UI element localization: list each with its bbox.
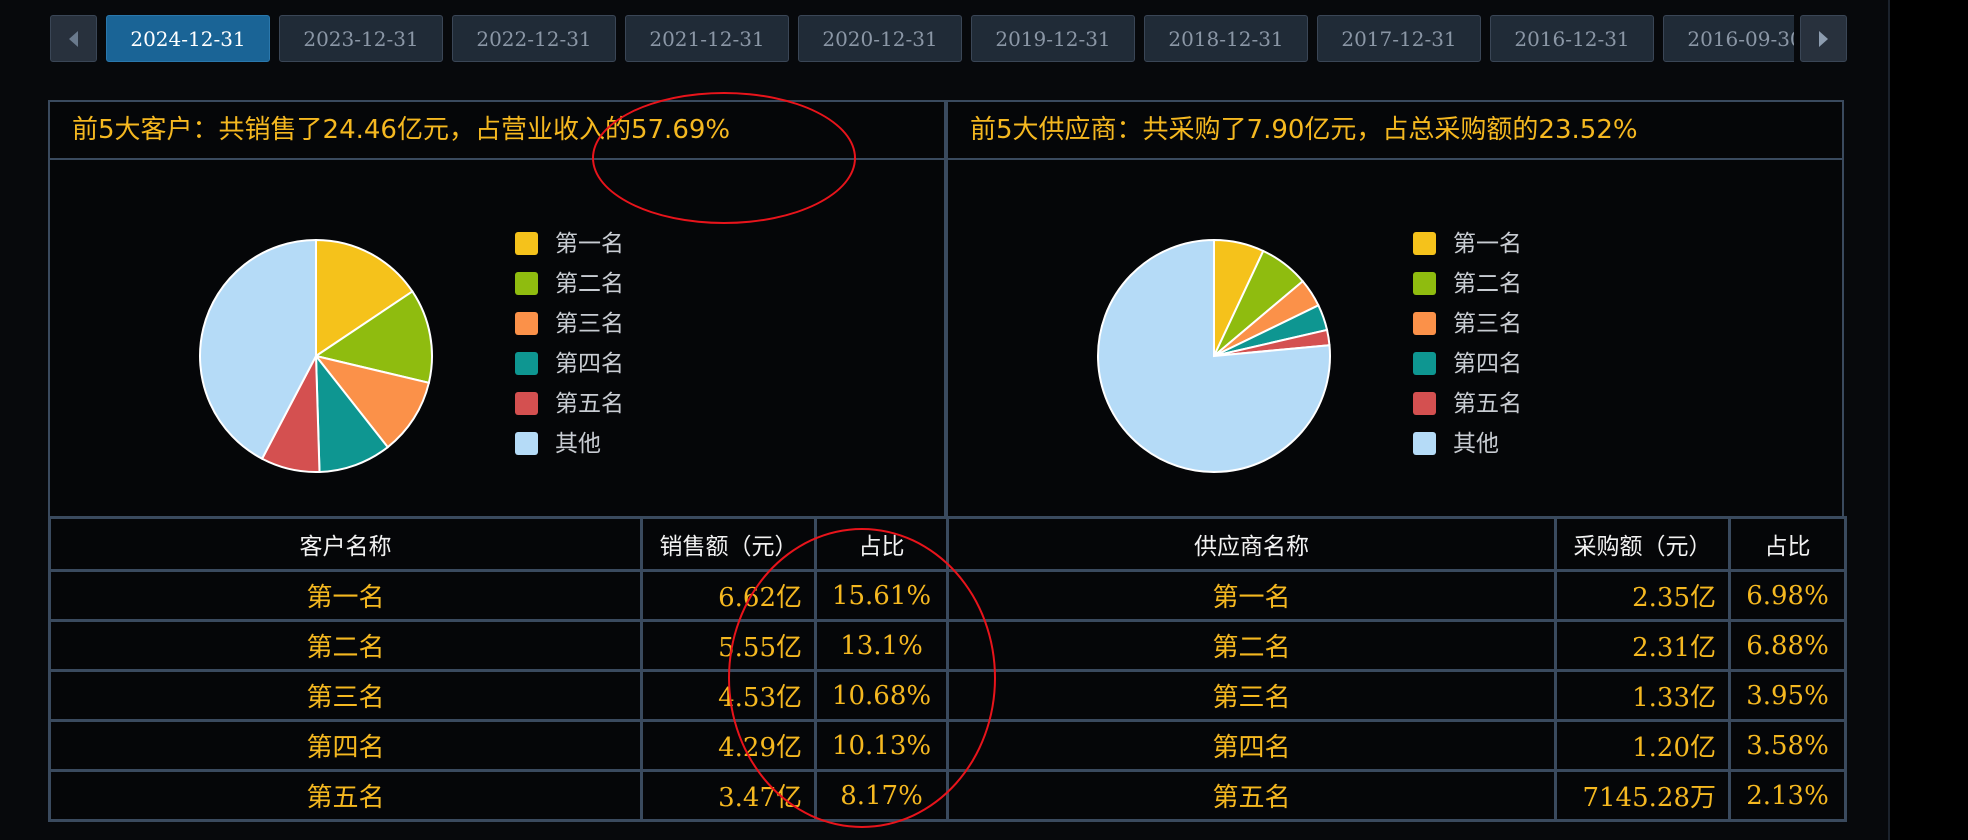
share-cell: 2.13% [1728, 769, 1847, 822]
legend-swatch [1413, 312, 1436, 335]
share-cell: 6.88% [1728, 619, 1847, 672]
legend-swatch [1413, 272, 1436, 295]
customer-name-cell: 第三名 [48, 669, 643, 722]
legend-label: 第一名 [1453, 231, 1522, 257]
legend-label: 第四名 [555, 351, 624, 377]
legend-item[interactable]: 第一名 [1413, 224, 1522, 264]
legend-item[interactable]: 第一名 [515, 224, 624, 264]
legend-label: 第四名 [1453, 351, 1522, 377]
legend-swatch [515, 272, 538, 295]
legend-item[interactable]: 其他 [515, 424, 624, 464]
share-cell: 3.58% [1728, 719, 1847, 772]
legend-swatch [515, 352, 538, 375]
legend-item[interactable]: 第三名 [515, 304, 624, 344]
tab-period[interactable]: 2020-12-31 [798, 15, 962, 62]
column-header-customer-name: 客户名称 [48, 516, 643, 572]
customer-name-cell: 第五名 [48, 769, 643, 822]
top-suppliers-pie-chart [1097, 238, 1331, 473]
column-header-purchase-amount: 采购额（元） [1554, 516, 1731, 572]
top-suppliers-table: 供应商名称 采购额（元） 占比 第一名 2.35亿 6.98% 第二名 2.31… [946, 516, 1847, 822]
tab-period[interactable]: 2024-12-31 [106, 15, 270, 62]
legend-label: 第五名 [555, 391, 624, 417]
legend-swatch [1413, 352, 1436, 375]
tab-period[interactable]: 2021-12-31 [625, 15, 789, 62]
tab-period[interactable]: 2019-12-31 [971, 15, 1135, 62]
chevron-left-icon [69, 30, 78, 47]
legend-swatch [515, 432, 538, 455]
dashboard-frame: 2024-12-31 2023-12-31 2022-12-31 2021-12-31… [0, 0, 1890, 840]
legend-label: 第二名 [555, 271, 624, 297]
legend-label: 其他 [555, 431, 601, 457]
purchase-amount-cell: 2.35亿 [1554, 569, 1731, 622]
supplier-name-cell: 第四名 [946, 719, 1557, 772]
period-tab-bar: 2024-12-31 2023-12-31 2022-12-31 2021-12-31… [50, 15, 1847, 63]
legend-label: 第五名 [1453, 391, 1522, 417]
legend-swatch [1413, 232, 1436, 255]
legend-swatch [515, 312, 538, 335]
share-cell: 3.95% [1728, 669, 1847, 722]
tab-scroll-left-button[interactable] [50, 15, 97, 62]
outer-margin [1890, 0, 1968, 840]
tab-period[interactable]: 2017-12-31 [1317, 15, 1481, 62]
legend-label: 第一名 [555, 231, 624, 257]
table-row: 第二名 2.31亿 6.88% [946, 619, 1847, 672]
top-customers-legend: 第一名第二名第三名第四名第五名其他 [515, 224, 624, 464]
supplier-name-cell: 第二名 [946, 619, 1557, 672]
customer-name-cell: 第一名 [48, 569, 643, 622]
table-row: 第三名 1.33亿 3.95% [946, 669, 1847, 722]
tab-period[interactable]: 2023-12-31 [279, 15, 443, 62]
customer-name-cell: 第四名 [48, 719, 643, 772]
legend-item[interactable]: 第二名 [1413, 264, 1522, 304]
legend-item[interactable]: 第四名 [515, 344, 624, 384]
top-customers-pie-chart [199, 238, 433, 473]
legend-swatch [515, 392, 538, 415]
legend-swatch [1413, 432, 1436, 455]
annotation-oval-share-column [728, 528, 996, 828]
share-cell: 6.98% [1728, 569, 1847, 622]
customer-name-cell: 第二名 [48, 619, 643, 672]
column-header-share: 占比 [1728, 516, 1847, 572]
tab-period[interactable]: 2016-09-30 [1663, 15, 1794, 62]
table-row: 第四名 1.20亿 3.58% [946, 719, 1847, 772]
purchase-amount-cell: 2.31亿 [1554, 619, 1731, 672]
top-suppliers-legend: 第一名第二名第三名第四名第五名其他 [1413, 224, 1522, 464]
purchase-amount-cell: 1.20亿 [1554, 719, 1731, 772]
tab-period[interactable]: 2022-12-31 [452, 15, 616, 62]
period-tabs: 2024-12-31 2023-12-31 2022-12-31 2021-12-31… [106, 15, 1794, 63]
legend-swatch [515, 232, 538, 255]
legend-swatch [1413, 392, 1436, 415]
column-header-supplier-name: 供应商名称 [946, 516, 1557, 572]
tab-period[interactable]: 2016-12-31 [1490, 15, 1654, 62]
top-suppliers-panel: 前5大供应商：共采购了7.90亿元，占总采购额的23.52% 第一名第二名第三名… [946, 100, 1844, 518]
legend-label: 其他 [1453, 431, 1499, 457]
supplier-name-cell: 第五名 [946, 769, 1557, 822]
legend-item[interactable]: 第三名 [1413, 304, 1522, 344]
legend-item[interactable]: 其他 [1413, 424, 1522, 464]
tab-scroll-right-button[interactable] [1800, 15, 1847, 62]
supplier-name-cell: 第三名 [946, 669, 1557, 722]
table-row: 第一名 2.35亿 6.98% [946, 569, 1847, 622]
legend-item[interactable]: 第四名 [1413, 344, 1522, 384]
legend-label: 第二名 [1453, 271, 1522, 297]
legend-item[interactable]: 第五名 [1413, 384, 1522, 424]
purchase-amount-cell: 7145.28万 [1554, 769, 1731, 822]
annotation-oval-headline [592, 92, 856, 224]
top-suppliers-headline: 前5大供应商：共采购了7.90亿元，占总采购额的23.52% [948, 102, 1842, 160]
legend-label: 第三名 [1453, 311, 1522, 337]
legend-label: 第三名 [555, 311, 624, 337]
purchase-amount-cell: 1.33亿 [1554, 669, 1731, 722]
legend-item[interactable]: 第五名 [515, 384, 624, 424]
table-row: 第五名 7145.28万 2.13% [946, 769, 1847, 822]
chevron-right-icon [1819, 30, 1828, 47]
tab-period[interactable]: 2018-12-31 [1144, 15, 1308, 62]
legend-item[interactable]: 第二名 [515, 264, 624, 304]
supplier-name-cell: 第一名 [946, 569, 1557, 622]
